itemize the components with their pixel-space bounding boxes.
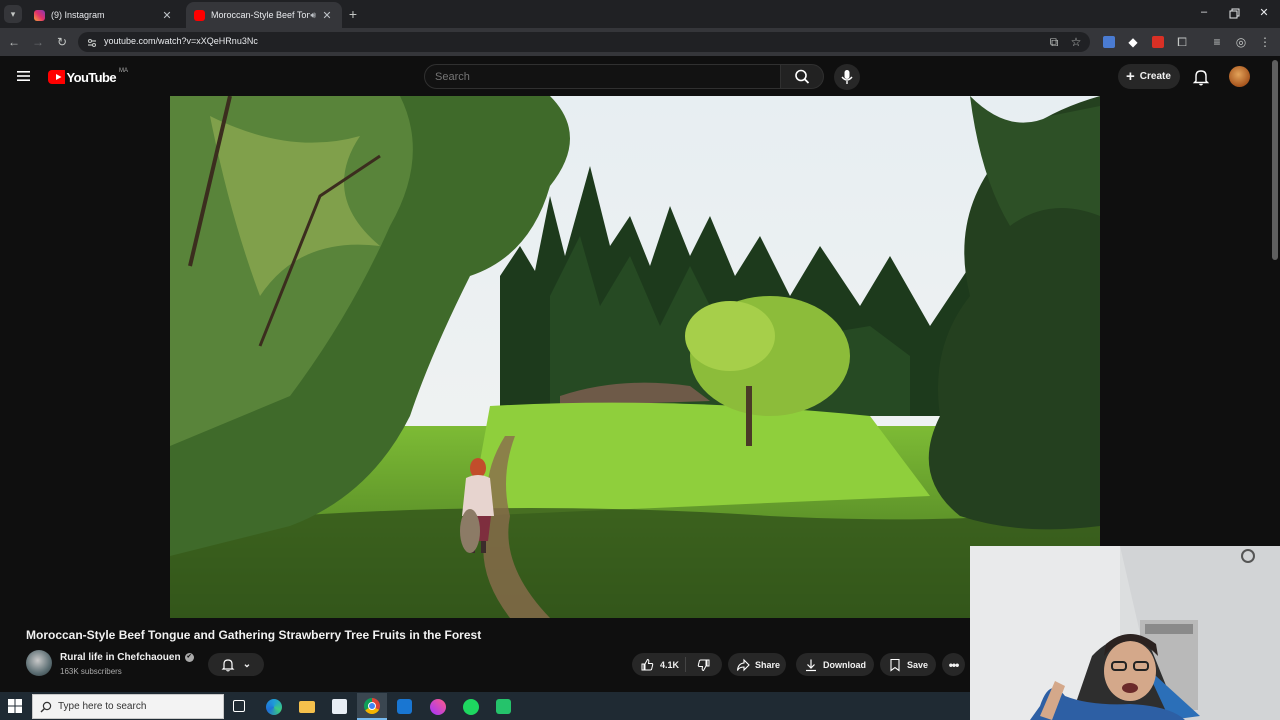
- voice-search-button[interactable]: [834, 64, 860, 90]
- like-count: 4.1K: [660, 659, 680, 670]
- profile-icon[interactable]: ◎: [1233, 34, 1249, 50]
- restore-icon: [1229, 8, 1240, 19]
- page-scrollbar[interactable]: [1272, 60, 1278, 260]
- bookmark-icon: [890, 658, 900, 672]
- browser-menu-icon[interactable]: ⋮: [1257, 34, 1273, 50]
- taskbar-search-placeholder: Type here to search: [58, 701, 147, 712]
- video-player[interactable]: [170, 96, 1100, 618]
- like-dislike-group: 4.1K: [632, 653, 722, 676]
- download-label: Download: [823, 659, 866, 670]
- file-explorer-icon[interactable]: [299, 701, 315, 713]
- extension-diamond-icon[interactable]: ◆: [1125, 34, 1141, 50]
- search-input[interactable]: [425, 65, 780, 88]
- youtube-logo[interactable]: YouTube MA: [48, 68, 128, 86]
- create-label: Create: [1139, 71, 1171, 82]
- extension-red-icon[interactable]: [1152, 36, 1164, 48]
- url-text: youtube.com/watch?v=xXQeHRnu3Nc: [104, 36, 258, 46]
- logo-text: YouTube: [66, 69, 117, 85]
- like-button[interactable]: 4.1K: [632, 657, 686, 672]
- notifications-button[interactable]: [1192, 68, 1210, 86]
- tab-instagram[interactable]: (9) Instagram ✕: [26, 2, 182, 28]
- youtube-play-icon: [48, 70, 65, 84]
- outlook-icon[interactable]: [397, 699, 412, 714]
- video-title: Moroccan-Style Beef Tongue and Gathering…: [26, 628, 482, 642]
- channel-name[interactable]: Rural life in Chefchaouen: [60, 652, 181, 663]
- plus-icon: +: [1126, 68, 1135, 85]
- create-button[interactable]: + Create: [1118, 64, 1180, 89]
- more-horizontal-icon: •••: [948, 657, 960, 672]
- back-button[interactable]: ←: [6, 34, 22, 50]
- whatsapp-icon[interactable]: [496, 699, 511, 714]
- messenger-icon[interactable]: [430, 699, 446, 715]
- minimize-button[interactable]: –: [1196, 6, 1212, 22]
- reading-list-icon[interactable]: ≡: [1209, 34, 1225, 50]
- chevron-down-icon: ⌄: [242, 659, 252, 670]
- microphone-icon: [841, 70, 853, 84]
- account-avatar[interactable]: [1229, 66, 1250, 87]
- thumbs-down-icon: [697, 659, 710, 671]
- chevron-down-icon: ▾: [10, 9, 16, 19]
- bell-icon: [221, 658, 235, 671]
- store-icon[interactable]: [332, 699, 347, 714]
- tab-youtube-video[interactable]: Moroccan-Style Beef Tongue 🔊︎ ✕: [186, 2, 342, 28]
- spotify-icon[interactable]: [463, 699, 479, 715]
- restore-button[interactable]: [1226, 6, 1242, 22]
- search-button[interactable]: [780, 64, 824, 89]
- guide-menu-button[interactable]: [16, 68, 32, 84]
- start-button[interactable]: [8, 699, 22, 713]
- bookmark-star-icon[interactable]: ☆: [1068, 34, 1084, 50]
- youtube-icon: [194, 9, 205, 21]
- site-info-icon[interactable]: [86, 36, 98, 48]
- webcam-overlay: [970, 546, 1280, 720]
- forward-button[interactable]: →: [30, 34, 46, 50]
- close-icon[interactable]: ✕: [320, 9, 334, 22]
- more-actions-button[interactable]: •••: [942, 653, 965, 676]
- subscribed-button[interactable]: ⌄: [208, 653, 264, 676]
- tab-label: Moroccan-Style Beef Tongue: [211, 10, 311, 20]
- webcam-person-image: [970, 546, 1280, 720]
- save-button[interactable]: Save: [880, 653, 936, 676]
- reload-button[interactable]: ↻: [54, 34, 70, 50]
- dislike-button[interactable]: [686, 658, 722, 672]
- taskbar-search-box[interactable]: Type here to search: [32, 694, 224, 719]
- share-arrow-icon: [736, 658, 750, 671]
- search-icon: [40, 700, 52, 718]
- tab-label: (9) Instagram: [51, 10, 105, 20]
- speaker-icon[interactable]: 🔊︎: [310, 10, 316, 21]
- close-window-button[interactable]: ✕: [1256, 6, 1272, 22]
- close-icon[interactable]: ✕: [160, 9, 174, 22]
- download-button[interactable]: Download: [796, 653, 874, 676]
- country-code: MA: [119, 68, 128, 74]
- share-button[interactable]: Share: [728, 653, 786, 676]
- new-tab-button[interactable]: +: [346, 6, 360, 22]
- channel-avatar[interactable]: [26, 650, 52, 676]
- edge-icon[interactable]: [266, 699, 282, 715]
- search-box[interactable]: [424, 64, 781, 89]
- hamburger-icon: [17, 71, 30, 81]
- channel-name-row[interactable]: Rural life in Chefchaouen ✔: [60, 652, 194, 663]
- share-label: Share: [755, 659, 781, 670]
- bell-icon: [1192, 70, 1210, 86]
- tab-search-button[interactable]: ▾: [4, 5, 22, 23]
- windows-logo-icon: [8, 699, 22, 713]
- search-icon: [795, 69, 810, 84]
- save-label: Save: [907, 659, 929, 670]
- subscriber-count: 163K subscribers: [60, 667, 122, 676]
- verified-badge-icon: ✔: [184, 653, 194, 662]
- extensions-puzzle-icon[interactable]: ⧠: [1174, 34, 1190, 50]
- translate-extension-icon[interactable]: [1103, 36, 1115, 48]
- thumbs-up-icon: [641, 658, 654, 670]
- task-view-icon[interactable]: [233, 700, 245, 712]
- install-app-icon[interactable]: ⧉: [1046, 34, 1062, 50]
- download-icon: [806, 659, 816, 671]
- instagram-icon: [34, 9, 45, 21]
- chrome-taskbar-button[interactable]: [357, 693, 387, 720]
- video-frame-forest: [170, 96, 1100, 618]
